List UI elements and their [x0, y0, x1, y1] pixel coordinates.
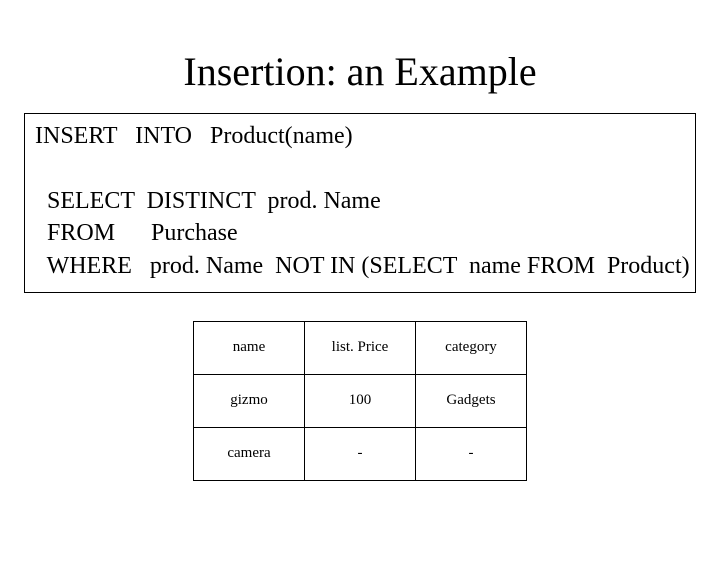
code-line-1: INSERT INTO Product(name)	[35, 123, 353, 149]
table-cell: -	[305, 427, 416, 480]
product-table: name list. Price category gizmo 100 Gadg…	[193, 321, 527, 481]
table-cell: Gadgets	[416, 374, 527, 427]
sql-code-box: INSERT INTO Product(name) SELECT DISTINC…	[24, 113, 696, 293]
code-line-4: FROM Purchase	[35, 220, 238, 246]
col-header: category	[416, 321, 527, 374]
table-cell: -	[416, 427, 527, 480]
table-header-row: name list. Price category	[194, 321, 527, 374]
slide: Insertion: an Example INSERT INTO Produc…	[0, 48, 720, 588]
code-line-5: WHERE prod. Name NOT IN (SELECT name FRO…	[35, 253, 690, 279]
table-cell: gizmo	[194, 374, 305, 427]
col-header: list. Price	[305, 321, 416, 374]
table-cell: camera	[194, 427, 305, 480]
table-row: gizmo 100 Gadgets	[194, 374, 527, 427]
table-wrapper: name list. Price category gizmo 100 Gadg…	[0, 321, 720, 481]
code-line-3: SELECT DISTINCT prod. Name	[35, 188, 381, 214]
table-row: camera - -	[194, 427, 527, 480]
page-title: Insertion: an Example	[0, 48, 720, 95]
col-header: name	[194, 321, 305, 374]
table-cell: 100	[305, 374, 416, 427]
